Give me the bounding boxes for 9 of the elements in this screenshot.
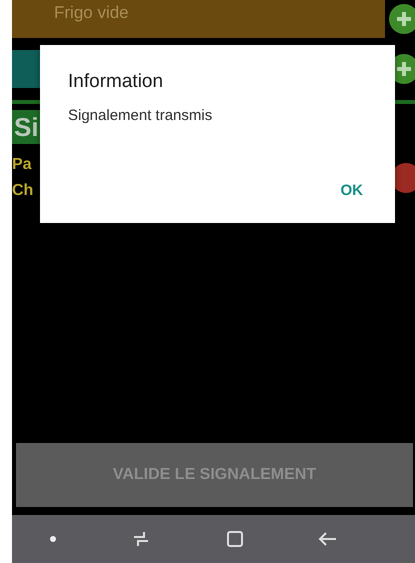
home-icon[interactable] xyxy=(226,530,244,548)
dot-icon[interactable] xyxy=(49,535,58,543)
detail-text: Pa xyxy=(12,156,33,174)
add-icon[interactable] xyxy=(389,4,415,34)
detail-text: Ch xyxy=(12,182,34,200)
dialog-title: Information xyxy=(68,71,164,93)
back-icon[interactable] xyxy=(318,531,338,547)
list-item-bar[interactable]: Frigo vide xyxy=(12,0,385,38)
ok-button[interactable]: OK xyxy=(334,178,369,203)
